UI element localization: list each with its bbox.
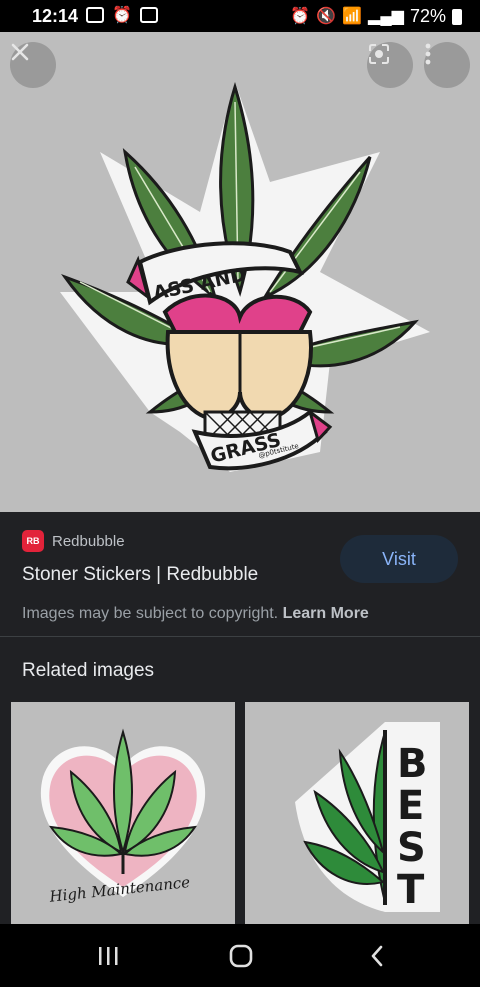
back-icon — [371, 945, 383, 966]
copyright-text: Images may be subject to copyright. — [22, 605, 279, 622]
status-time: 12:14 — [32, 6, 79, 26]
recent-apps-button[interactable] — [68, 924, 148, 987]
learn-more-link[interactable]: Learn More — [283, 605, 369, 622]
source-name: Redbubble — [52, 532, 125, 550]
copyright-notice: Images may be subject to copyright. Lear… — [22, 605, 369, 623]
gallery-icon — [139, 7, 158, 23]
battery-percent: 72% — [409, 6, 446, 26]
alarm-icon: ⏰ — [290, 7, 311, 25]
more-vert-icon — [425, 43, 431, 65]
home-icon — [229, 944, 253, 967]
recent-apps-icon — [99, 946, 118, 965]
divider — [0, 636, 480, 637]
back-button[interactable] — [337, 924, 417, 987]
mail-icon — [86, 7, 104, 23]
system-nav-bar — [0, 924, 480, 987]
signal-icon: ▂▄▆ — [368, 7, 404, 25]
related-image-1[interactable]: High Maintenance — [11, 702, 235, 924]
close-button[interactable] — [10, 42, 56, 88]
lens-icon — [369, 44, 389, 64]
battery-icon — [452, 8, 462, 25]
status-bar: 12:14 ⏰ ⏰ 🔇 📶 ▂▄▆ 72% — [0, 0, 480, 32]
more-options-button[interactable] — [424, 42, 470, 88]
close-icon — [11, 43, 29, 61]
result-info-panel: RB Redbubble Stoner Stickers | Redbubble… — [0, 512, 480, 636]
redbubble-logo-icon: RB — [22, 530, 44, 552]
best-text: BEST — [397, 741, 428, 913]
visit-button[interactable]: Visit — [340, 535, 458, 583]
image-viewer[interactable]: ASS AND GRASS @p0tstitute — [0, 32, 480, 512]
home-button[interactable] — [201, 924, 281, 987]
wifi-icon: 📶 — [342, 7, 363, 25]
source-row[interactable]: RB Redbubble — [22, 530, 125, 552]
lens-button[interactable] — [367, 42, 413, 88]
best-leaf-sticker: BEST — [295, 722, 440, 913]
alarm-app-icon: ⏰ — [112, 7, 132, 24]
related-images-heading: Related images — [22, 660, 155, 681]
sticker-image: ASS AND GRASS @p0tstitute — [60, 81, 430, 472]
result-title[interactable]: Stoner Stickers | Redbubble — [22, 564, 258, 586]
mute-icon: 🔇 — [316, 7, 337, 25]
high-maintenance-sticker: High Maintenance — [40, 728, 206, 906]
related-image-2[interactable]: BEST — [245, 702, 469, 924]
